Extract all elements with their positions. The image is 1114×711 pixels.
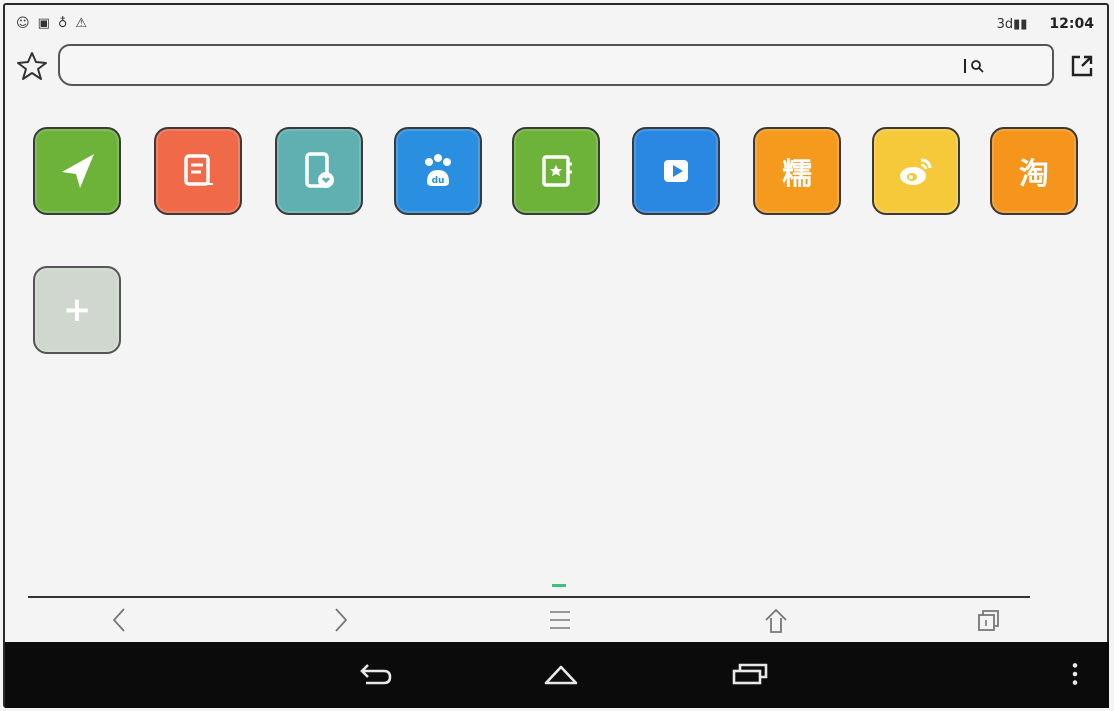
weibo-tile[interactable]: [872, 127, 960, 215]
baidu-tile[interactable]: du: [394, 127, 482, 215]
chevron-right-icon: [335, 608, 348, 632]
video-tile[interactable]: [632, 127, 720, 215]
plus-icon: +: [62, 290, 92, 330]
taobao-tile[interactable]: 淘: [990, 127, 1078, 215]
home-icon: [765, 608, 787, 633]
url-input[interactable]: [72, 54, 956, 78]
back-icon: [360, 664, 392, 685]
phone-heart-icon: [305, 152, 334, 188]
overflow-icon: [1072, 663, 1078, 685]
notification-icon: ☺: [16, 16, 30, 31]
chevron-left-icon: [112, 608, 125, 632]
forward-button[interactable]: [320, 604, 360, 636]
paw-icon: du: [425, 154, 451, 186]
menu-button[interactable]: [540, 604, 580, 636]
navigation-tile[interactable]: [33, 127, 121, 215]
svg-text:du: du: [432, 176, 445, 186]
warning-icon: ⚠: [75, 16, 88, 31]
notes-tile[interactable]: [154, 127, 242, 215]
play-icon: [664, 160, 688, 182]
add-tile[interactable]: +: [33, 266, 121, 354]
tao-glyph-icon: 淘: [1019, 157, 1049, 192]
bookmarks-tile[interactable]: [512, 127, 600, 215]
tabs-icon: [978, 610, 999, 631]
nav-recents-button[interactable]: [725, 654, 773, 694]
phone-favorites-tile[interactable]: [275, 127, 363, 215]
system-nav-bar: [5, 642, 1109, 708]
signal-battery-icon: 3d▮▮: [996, 16, 1028, 32]
nav-back-button[interactable]: [351, 654, 399, 694]
open-external-icon[interactable]: [1068, 52, 1096, 80]
bookmark-star-icon[interactable]: [16, 50, 48, 82]
navigation-arrow-icon: [62, 154, 94, 188]
overflow-menu-button[interactable]: [1055, 654, 1095, 694]
notification-icons: ☺ ▣ ♁ ⚠: [16, 16, 87, 32]
home-icon: [544, 665, 578, 685]
app-frame: [3, 3, 1109, 708]
tabs-button[interactable]: [968, 604, 1008, 636]
clock: 12:04: [1049, 16, 1094, 32]
weibo-icon: [900, 158, 932, 185]
menu-icon: [550, 611, 570, 629]
toolbar-divider: [28, 596, 1030, 598]
document-icon: [184, 154, 213, 186]
nuo-glyph-icon: 糯: [782, 157, 812, 192]
address-bar: [16, 44, 1098, 88]
url-field[interactable]: [58, 44, 1054, 86]
nuomi-tile[interactable]: 糯: [753, 127, 841, 215]
nav-home-button[interactable]: [537, 654, 585, 694]
notification-icon: ♁: [57, 16, 68, 31]
home-button[interactable]: [756, 604, 796, 636]
status-bar: ☺ ▣ ♁ ⚠ 3d▮▮ 12:04: [16, 16, 1104, 36]
notification-icon: ▣: [37, 16, 50, 31]
recents-icon: [732, 663, 768, 685]
page-indicator: [552, 584, 566, 587]
book-star-icon: [542, 155, 572, 187]
status-right: 3d▮▮ 12:04: [997, 16, 1094, 32]
back-button[interactable]: [100, 604, 140, 636]
search-icon[interactable]: [962, 56, 988, 76]
